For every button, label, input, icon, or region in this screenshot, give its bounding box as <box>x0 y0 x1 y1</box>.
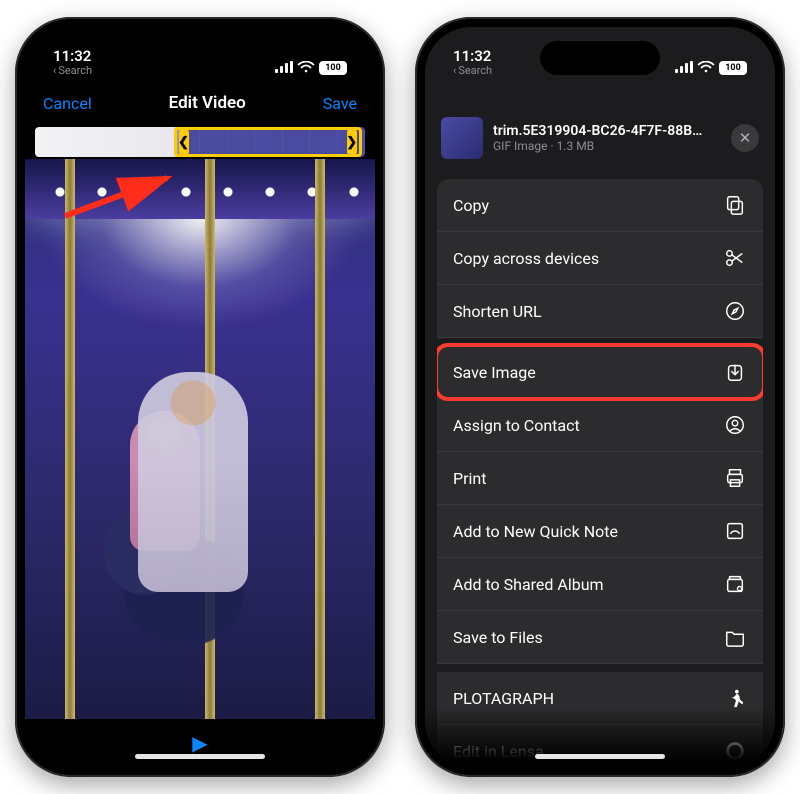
adult-figure <box>138 372 248 592</box>
action-label: Save Image <box>453 363 536 382</box>
action-label: Shorten URL <box>453 302 542 321</box>
action-label: Assign to Contact <box>453 416 580 435</box>
wifi-icon <box>297 59 315 77</box>
folder-icon <box>723 625 747 649</box>
close-button[interactable]: ✕ <box>731 124 759 152</box>
action-label: Copy <box>453 196 489 215</box>
video-preview[interactable] <box>25 159 375 719</box>
screen-right: 11:32 ‹ Search 100 trim.5E319904-BC2 <box>425 27 775 767</box>
share-actions-list: Copy Copy across devices Shorten URL Save I… <box>437 179 763 767</box>
battery-icon: 100 <box>319 61 347 75</box>
battery-icon: 100 <box>719 61 747 75</box>
screen-left: 11:32 ‹ Search 100 Cancel Edit Video Sav… <box>25 27 375 767</box>
action-plotagraph[interactable]: PLOTAGRAPH <box>437 664 763 725</box>
print-icon <box>723 466 747 490</box>
action-add-to-new-quick-note[interactable]: Add to New Quick Note <box>437 505 763 558</box>
action-edit-in-lensa[interactable]: Edit in Lensa <box>437 725 763 767</box>
video-timeline[interactable]: ❮ ❯ <box>35 127 365 157</box>
home-indicator[interactable] <box>135 754 265 759</box>
dancer-icon <box>723 686 747 710</box>
phone-right: 11:32 ‹ Search 100 trim.5E319904-BC2 <box>415 17 785 777</box>
chevron-left-icon: ‹ <box>53 65 56 77</box>
download-icon <box>723 360 747 384</box>
wifi-icon <box>697 59 715 77</box>
trim-handle-left[interactable]: ❮ <box>179 130 189 154</box>
chevron-left-icon: ‹ <box>453 65 456 77</box>
share-sheet-backdrop <box>425 81 775 107</box>
action-save-to-files[interactable]: Save to Files <box>437 611 763 664</box>
action-label: Add to Shared Album <box>453 575 604 594</box>
copy-icon <box>723 193 747 217</box>
play-button[interactable]: ▶ <box>192 731 207 755</box>
status-right: 100 <box>675 59 747 77</box>
trim-handle-right[interactable]: ❯ <box>347 130 357 154</box>
play-bar: ▶ <box>25 719 375 767</box>
action-add-to-shared-album[interactable]: Add to Shared Album <box>437 558 763 611</box>
file-subtitle: GIF Image · 1.3 MB <box>493 139 721 153</box>
dynamic-island <box>540 41 660 75</box>
trim-selection[interactable]: ❮ ❯ <box>174 127 362 157</box>
action-print[interactable]: Print <box>437 452 763 505</box>
action-label: Edit in Lensa <box>453 742 544 761</box>
scissors-icon <box>723 246 747 270</box>
action-label: Copy across devices <box>453 249 599 268</box>
timeline-wrap: ❮ ❯ <box>25 125 375 159</box>
action-save-image[interactable]: Save Image <box>437 338 763 399</box>
compass-icon <box>723 299 747 323</box>
ring-icon <box>723 739 747 763</box>
close-icon: ✕ <box>739 129 752 147</box>
person-icon <box>723 413 747 437</box>
cancel-button[interactable]: Cancel <box>43 94 92 113</box>
action-label: PLOTAGRAPH <box>453 689 554 708</box>
note-icon <box>723 519 747 543</box>
action-label: Add to New Quick Note <box>453 522 618 541</box>
back-crumb[interactable]: ‹ Search <box>53 65 92 77</box>
action-label: Save to Files <box>453 628 543 647</box>
edit-nav-bar: Cancel Edit Video Save <box>25 81 375 125</box>
back-crumb[interactable]: ‹ Search <box>453 65 492 77</box>
save-button[interactable]: Save <box>323 94 357 113</box>
signal-icon <box>675 59 693 77</box>
status-time: 11:32 <box>453 48 491 65</box>
file-thumbnail <box>441 117 483 159</box>
share-sheet-header: trim.5E319904-BC26-4F7F-88B… GIF Image ·… <box>425 107 775 173</box>
status-right: 100 <box>275 59 347 77</box>
home-indicator[interactable] <box>535 754 665 759</box>
action-copy-across-devices[interactable]: Copy across devices <box>437 232 763 285</box>
action-shorten-url[interactable]: Shorten URL <box>437 285 763 338</box>
action-copy[interactable]: Copy <box>437 179 763 232</box>
file-name: trim.5E319904-BC26-4F7F-88B… <box>493 123 721 139</box>
status-time: 11:32 <box>53 48 91 65</box>
action-assign-to-contact[interactable]: Assign to Contact <box>437 399 763 452</box>
action-label: Print <box>453 469 486 488</box>
dynamic-island <box>140 41 260 75</box>
album-icon <box>723 572 747 596</box>
share-actions-scroll[interactable]: Copy Copy across devices Shorten URL Save I… <box>425 173 775 767</box>
nav-title: Edit Video <box>169 93 246 113</box>
phone-left: 11:32 ‹ Search 100 Cancel Edit Video Sav… <box>15 17 385 777</box>
signal-icon <box>275 59 293 77</box>
